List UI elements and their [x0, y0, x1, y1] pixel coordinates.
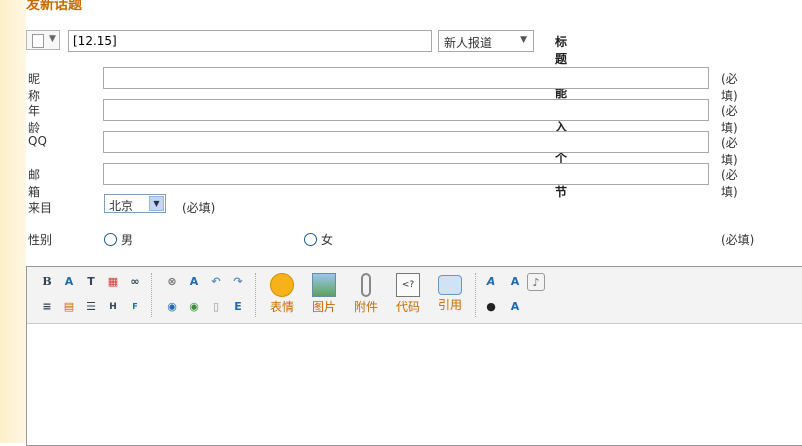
hide-icon[interactable]: H [104, 298, 122, 316]
code-icon: <? [396, 273, 420, 297]
left-decorative-bar [0, 0, 26, 443]
page-title: 发新话题 [26, 0, 82, 13]
smiley-icon [270, 273, 294, 297]
media-icon[interactable]: ◉ [163, 298, 181, 316]
gender-row: 性别 男 女 (必填) [28, 228, 788, 250]
nickname-input[interactable] [103, 67, 709, 89]
required-note: (必填) [721, 136, 738, 167]
city-select[interactable]: 北京 ▼ [104, 194, 166, 213]
flash-icon[interactable]: ◉ [185, 298, 203, 316]
qq-input[interactable] [103, 131, 709, 153]
font-size-icon[interactable]: T [82, 273, 100, 291]
redo-icon[interactable]: ↷ [229, 273, 247, 291]
qq-label: QQ [28, 134, 47, 148]
font-color-icon[interactable]: ▦ [104, 273, 122, 291]
from-row: 来目 北京 ▼ (必填) [28, 194, 328, 218]
rich-text-editor: B A T ▦ ∞ ⊗ A ↶ ↷ ≡ ▤ ☰ H F ◉ ◉ ▯ E 表情 图… [26, 266, 802, 446]
subscript-icon[interactable]: A [506, 298, 524, 316]
superscript-icon[interactable]: A [506, 273, 524, 291]
from-label: 来目 [28, 201, 53, 215]
table-icon[interactable]: ▤ [60, 298, 78, 316]
category-select[interactable]: 新人报道 ▼ [438, 30, 534, 52]
image-button[interactable]: 图片 [304, 273, 344, 321]
radio-icon [104, 233, 117, 246]
align-icon[interactable]: ≡ [38, 298, 56, 316]
attachment-button[interactable]: 附件 [346, 273, 386, 321]
required-note: (必填) [721, 168, 738, 199]
email-input[interactable] [103, 163, 709, 185]
undo-icon[interactable]: ↶ [207, 273, 225, 291]
required-note: (必填) [721, 233, 755, 247]
chevron-down-icon: ▼ [49, 34, 56, 44]
bold-icon[interactable]: B [38, 273, 56, 291]
chevron-down-icon: ▼ [149, 196, 164, 211]
emoticon-button[interactable]: 表情 [262, 273, 302, 321]
document-icon [32, 34, 44, 48]
remove-format-icon[interactable]: A [185, 273, 203, 291]
gender-female-radio[interactable]: 女 [304, 231, 333, 248]
email-label: 邮箱 [28, 168, 41, 199]
toolbar-divider [151, 273, 152, 317]
chevron-down-icon: ▼ [520, 35, 527, 45]
category-value: 新人报道 [444, 36, 493, 50]
list-icon[interactable]: ☰ [82, 298, 100, 316]
age-input[interactable] [103, 99, 709, 121]
free-icon[interactable]: F [126, 298, 144, 316]
toolbar-divider [255, 273, 256, 317]
editor-toolbar: B A T ▦ ∞ ⊗ A ↶ ↷ ≡ ▤ ☰ H F ◉ ◉ ▯ E 表情 图… [27, 267, 802, 324]
toolbar-divider [475, 273, 476, 317]
music-icon[interactable]: ♪ [527, 273, 545, 291]
font-style-icon[interactable]: A [482, 273, 500, 291]
age-label: 年龄 [28, 104, 41, 135]
gender-male-radio[interactable]: 男 [104, 231, 133, 248]
editor-content-area[interactable] [27, 324, 802, 444]
nickname-label: 昵称 [28, 72, 41, 103]
image-icon [312, 273, 336, 297]
subject-input[interactable] [68, 30, 432, 52]
radio-icon [304, 233, 317, 246]
unlink-icon[interactable]: ⊗ [163, 273, 181, 291]
quote-icon [438, 275, 462, 295]
post-icon-select[interactable]: ▼ [26, 30, 60, 50]
font-face-icon[interactable]: A [60, 273, 78, 291]
gender-label: 性别 [28, 233, 53, 247]
required-note: (必填) [721, 72, 738, 103]
required-note: (必填) [721, 104, 738, 135]
qq-icon[interactable]: ● [482, 298, 500, 316]
paperclip-icon [361, 273, 371, 297]
extra-icon[interactable]: E [229, 298, 247, 316]
city-value: 北京 [109, 199, 134, 213]
quote-button[interactable]: 引用 [430, 273, 470, 321]
page-icon[interactable]: ▯ [207, 298, 225, 316]
link-icon[interactable]: ∞ [126, 273, 144, 291]
code-button[interactable]: <? 代码 [388, 273, 428, 321]
required-note: (必填) [182, 201, 216, 215]
